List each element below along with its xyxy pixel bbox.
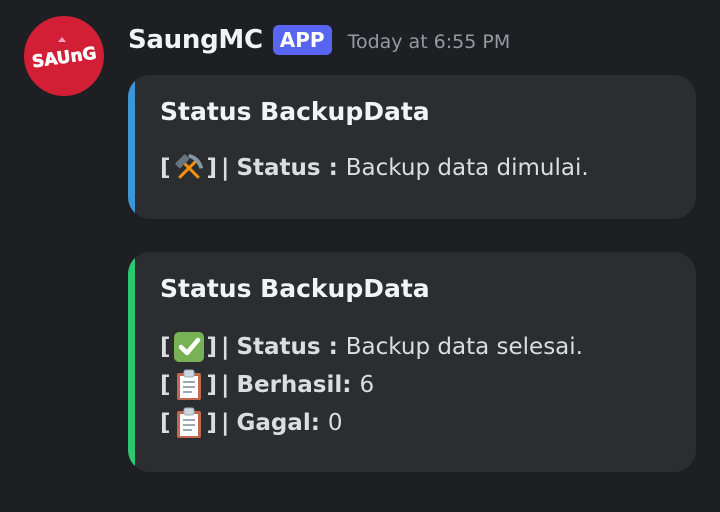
field-value: 0 xyxy=(327,410,343,436)
embed-accent-bar xyxy=(128,252,135,472)
embed-field-status: [ ] | Status : Backup data dimulai. xyxy=(160,150,589,186)
author-name[interactable]: SaungMC xyxy=(128,25,263,55)
app-badge: APP xyxy=(272,25,332,55)
separator: | xyxy=(221,334,230,360)
check-mark-button-icon xyxy=(172,330,206,364)
clipboard-icon xyxy=(172,406,206,440)
avatar-roof-shape xyxy=(58,37,66,42)
message-timestamp[interactable]: Today at 6:55 PM xyxy=(348,31,511,53)
field-value: Backup data dimulai. xyxy=(345,155,589,181)
bracket-close: ] xyxy=(206,334,218,360)
avatar-logo-text: SAUnG xyxy=(31,44,98,73)
embed-field-berhasil: [ ] | Berhasil: 6 xyxy=(160,367,374,403)
bracket-close: ] xyxy=(206,410,218,436)
embed-field-status: [ ] | Status : Backup data selesai. xyxy=(160,329,583,365)
field-label: Berhasil: xyxy=(236,372,352,398)
bracket-open: [ xyxy=(160,410,171,436)
bracket-close: ] xyxy=(206,372,218,398)
embed-accent-bar xyxy=(128,75,135,219)
field-label: Gagal: xyxy=(236,410,320,436)
bracket-open: [ xyxy=(160,372,171,398)
hammer-and-pick-icon xyxy=(172,151,206,185)
embed-backup-started: Status BackupData [ ] | Status : Backup … xyxy=(128,75,696,219)
chat-message: SAUnG SaungMC APP Today at 6:55 PM Statu… xyxy=(0,0,720,512)
clipboard-icon xyxy=(172,368,206,402)
author-avatar[interactable]: SAUnG xyxy=(24,16,104,96)
field-label: Status : xyxy=(236,155,338,181)
embed-backup-finished: Status BackupData [ ] | Status : Backup … xyxy=(128,252,696,472)
bracket-close: ] xyxy=(206,155,218,181)
embed-title: Status BackupData xyxy=(160,274,430,303)
embed-field-gagal: [ ] | Gagal: 0 xyxy=(160,405,343,441)
saungmc-logo-icon: SAUnG xyxy=(31,37,98,73)
field-value: 6 xyxy=(359,372,375,398)
message-header: SaungMC APP Today at 6:55 PM xyxy=(128,20,510,60)
field-label: Status : xyxy=(236,334,338,360)
separator: | xyxy=(221,372,230,398)
separator: | xyxy=(221,155,230,181)
field-value: Backup data selesai. xyxy=(345,334,583,360)
bracket-open: [ xyxy=(160,334,171,360)
bracket-open: [ xyxy=(160,155,171,181)
embed-title: Status BackupData xyxy=(160,97,430,126)
separator: | xyxy=(221,410,230,436)
